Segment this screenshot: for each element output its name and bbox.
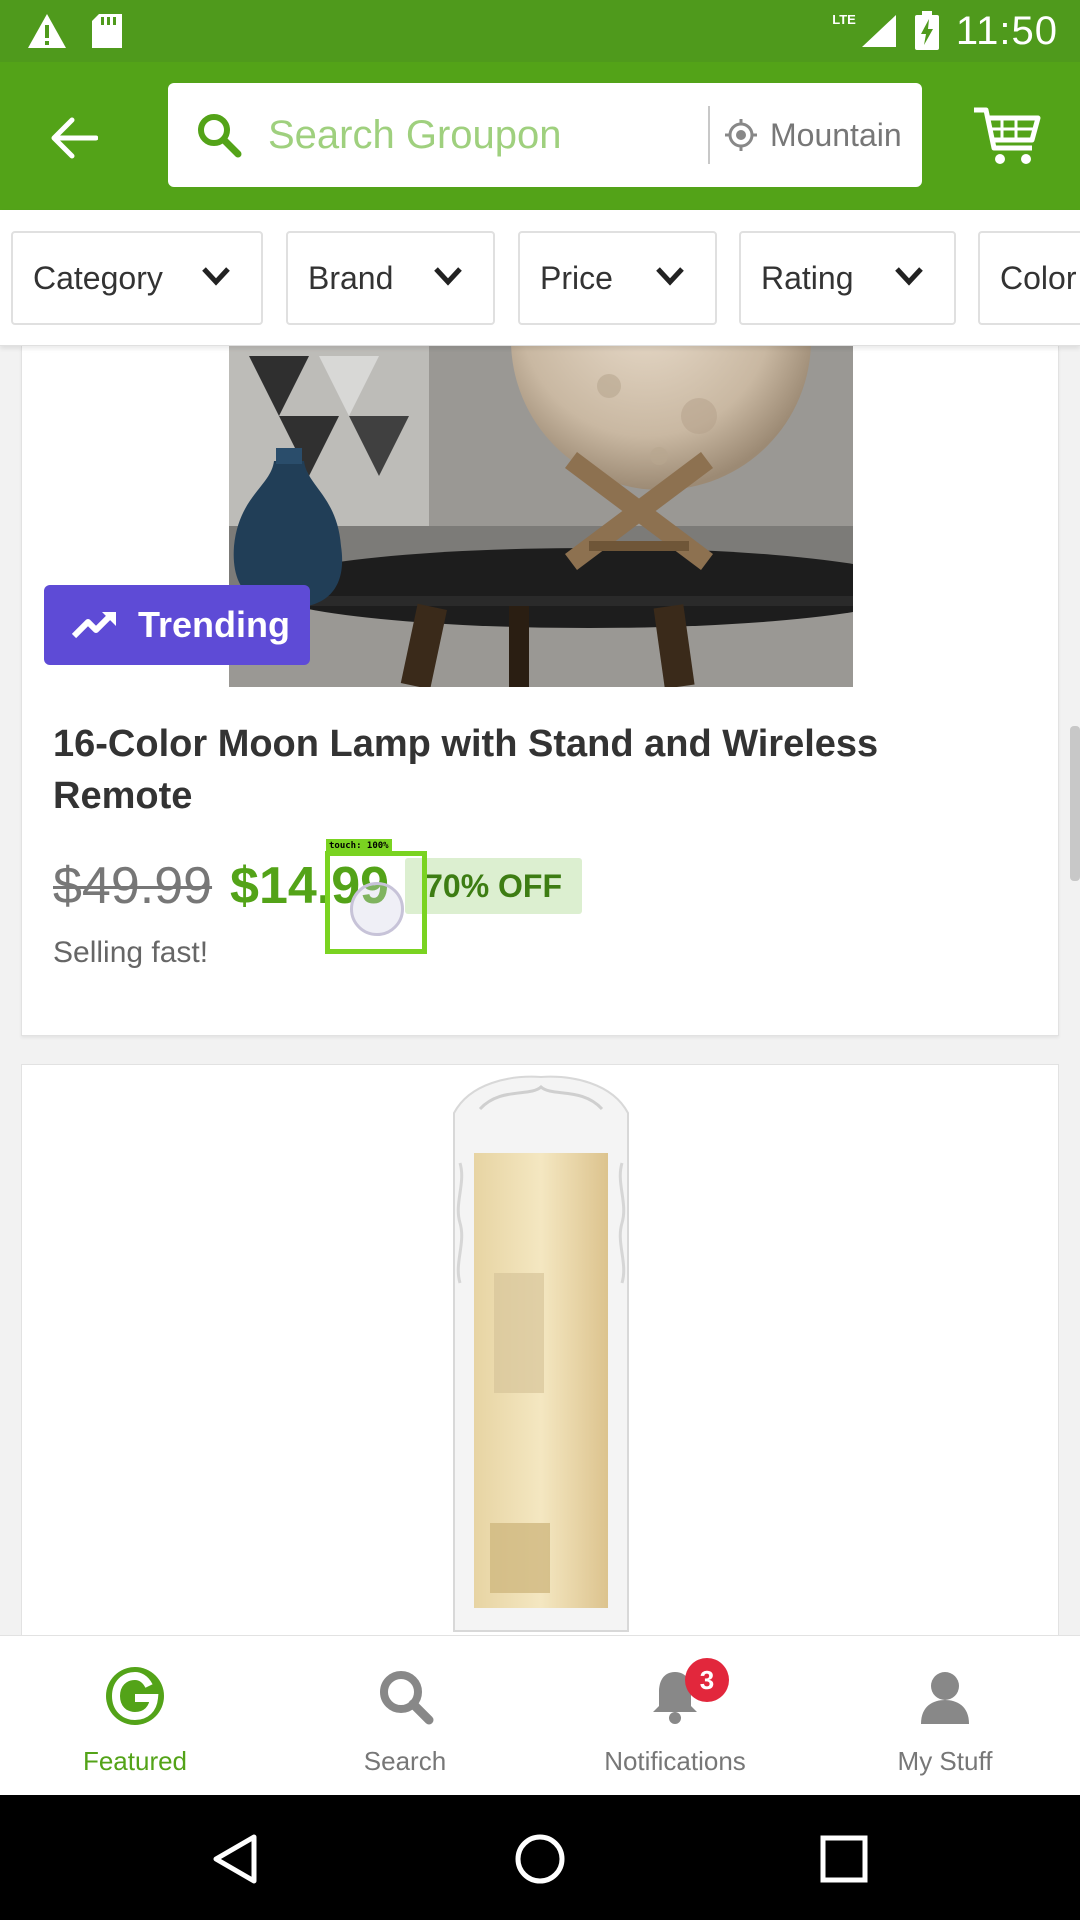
search-input[interactable]: Search Groupon (268, 113, 708, 158)
status-right: LTE 11:50 (818, 9, 1058, 54)
search-icon (380, 1671, 434, 1725)
back-button[interactable] (42, 106, 106, 170)
product-image (453, 1075, 629, 1632)
search-divider (708, 106, 710, 164)
filter-label: Price (540, 259, 613, 296)
status-bar: LTE 11:50 (0, 0, 1080, 62)
status-time: 11:50 (955, 8, 1058, 53)
trending-badge: Trending (44, 585, 310, 665)
nav-label: Search (363, 1746, 447, 1776)
filter-price[interactable]: Price (518, 231, 717, 325)
discount-badge: 70% OFF (405, 858, 583, 914)
filter-label: Rating (761, 259, 854, 296)
warning-icon (28, 14, 66, 48)
chevron-down-icon (895, 267, 923, 286)
filter-bar: Category Brand Price Rating Color (0, 210, 1080, 346)
original-price: $49.99 (53, 857, 213, 915)
notification-count-badge: 3 (685, 1658, 729, 1702)
trending-label: Trending (138, 604, 290, 645)
urgency-label: Selling fast! (53, 936, 209, 969)
nav-search[interactable]: Search (295, 1666, 515, 1786)
system-navigation-bar (0, 1795, 1080, 1920)
location-selector[interactable]: Mountain (770, 117, 900, 154)
chevron-down-icon (434, 267, 462, 286)
filter-brand[interactable]: Brand (286, 231, 495, 325)
nav-label: Featured (82, 1746, 188, 1776)
person-icon (921, 1672, 969, 1724)
nav-notifications[interactable]: 3 Notifications (565, 1658, 785, 1786)
product-card[interactable]: Trending 16-Color Moon Lamp with Stand a… (21, 346, 1059, 1036)
screen: LTE 11:50 Search Groupon Mountain Catego… (0, 0, 1080, 1920)
filter-label: Brand (308, 259, 394, 296)
system-recents-icon[interactable] (816, 1831, 872, 1887)
status-left (26, 12, 124, 50)
filter-category[interactable]: Category (11, 231, 263, 325)
cart-icon (974, 107, 1041, 164)
system-home-icon[interactable] (512, 1831, 568, 1887)
touch-point (350, 882, 404, 936)
groupon-g-icon (106, 1667, 164, 1725)
nav-featured[interactable]: Featured (25, 1666, 245, 1786)
scrollbar[interactable] (1070, 726, 1080, 881)
chevron-down-icon (656, 267, 684, 286)
app-bar: Search Groupon Mountain (0, 62, 1080, 210)
chevron-down-icon (202, 267, 230, 286)
search-bar[interactable]: Search Groupon Mountain (168, 83, 922, 187)
network-type: LTE (832, 11, 856, 27)
search-icon (198, 114, 242, 158)
filter-rating[interactable]: Rating (739, 231, 956, 325)
nav-label: My Stuff (897, 1746, 993, 1776)
location-icon (725, 119, 757, 151)
nav-label: Notifications (604, 1746, 746, 1776)
filter-label: Category (33, 259, 163, 296)
cart-button[interactable] (972, 104, 1042, 168)
price-row: $49.99 $14.99 70% OFF (53, 846, 583, 926)
system-back-icon[interactable] (208, 1831, 264, 1887)
sd-card-icon (92, 14, 122, 48)
product-image (229, 346, 853, 687)
filter-label: Color (1000, 259, 1077, 296)
filter-color[interactable]: Color (978, 231, 1080, 325)
trending-up-icon (72, 611, 116, 639)
bottom-navigation: Featured Search 3 Notifications My Stuff (0, 1635, 1080, 1795)
signal-icon (861, 15, 896, 47)
battery-charging-icon (914, 11, 939, 50)
nav-my-stuff[interactable]: My Stuff (835, 1666, 1055, 1786)
product-title[interactable]: 16-Color Moon Lamp with Stand and Wirele… (53, 718, 993, 822)
back-arrow-icon (51, 117, 98, 159)
